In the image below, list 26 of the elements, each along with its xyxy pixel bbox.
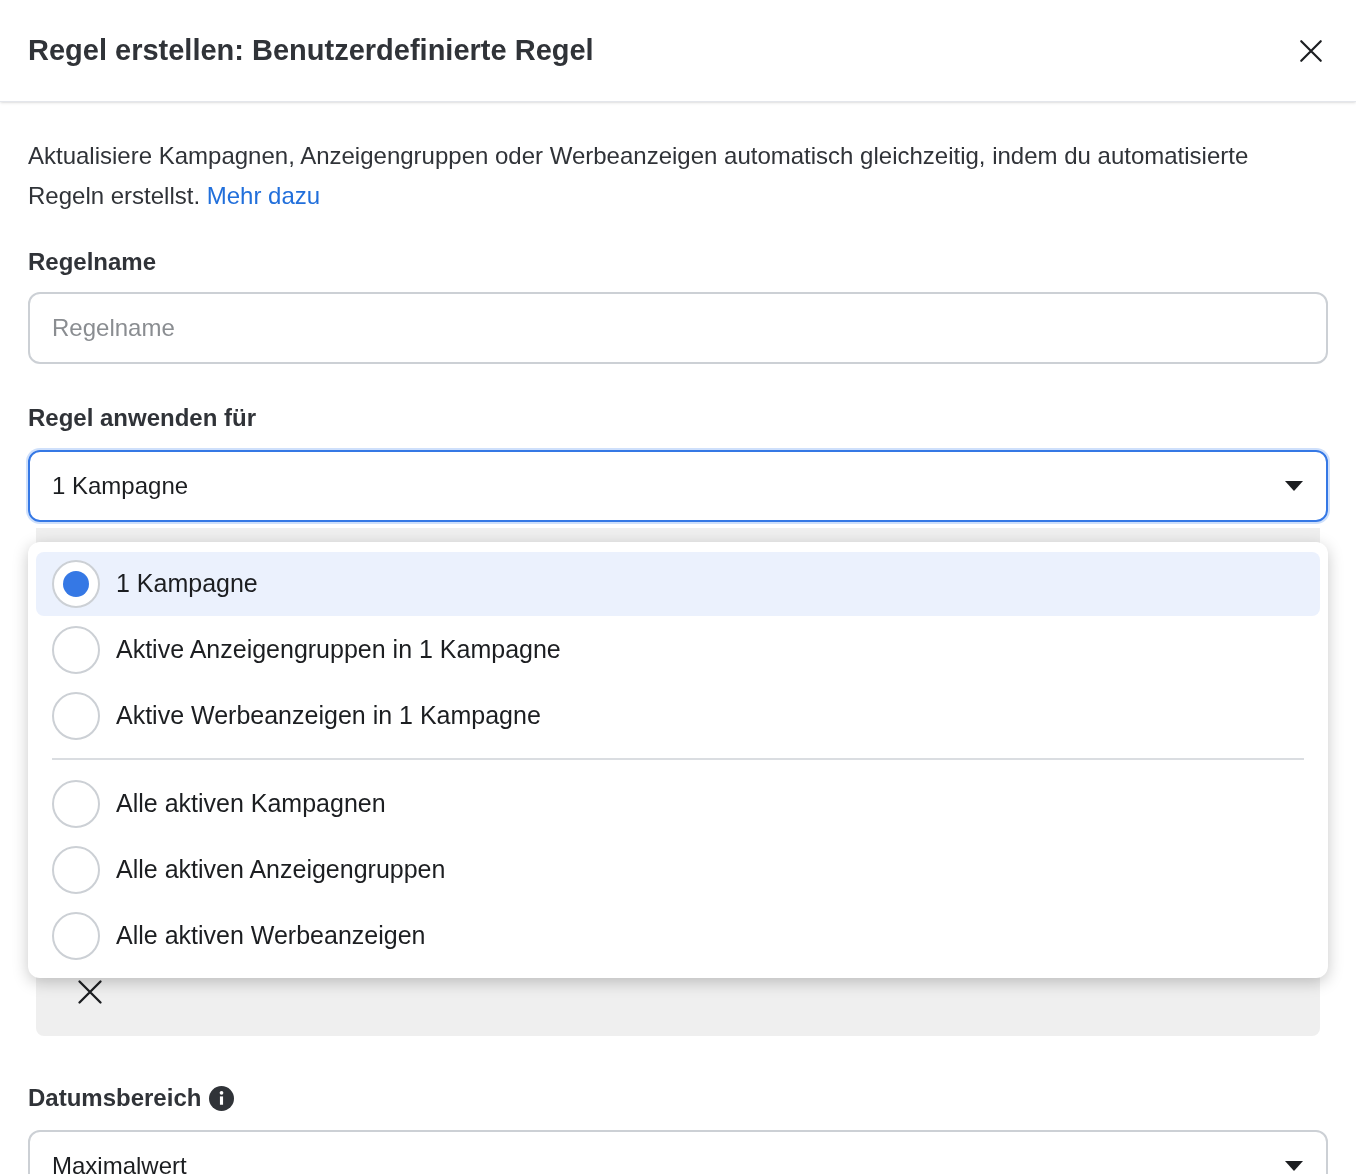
caret-icon xyxy=(1284,1160,1304,1172)
dialog-title: Regel erstellen: Benutzerdefinierte Regel xyxy=(28,32,594,68)
more-link[interactable]: Mehr dazu xyxy=(206,182,321,209)
select-field[interactable]: 1 Kampagne xyxy=(28,450,1328,522)
menu-option[interactable]: Alle aktiven Anzeigengruppen xyxy=(36,838,1320,902)
close-icon xyxy=(76,978,104,1006)
radio-button[interactable] xyxy=(52,780,100,828)
radio-button[interactable] xyxy=(52,560,100,608)
caret-icon xyxy=(1284,480,1304,492)
close-icon xyxy=(1298,37,1324,64)
field-label: Datumsbereich xyxy=(28,1083,202,1113)
info-icon[interactable] xyxy=(209,1085,235,1111)
intro-text: Aktualisiere Kampagnen, Anzeigengruppen oder Werbeanzeigen automatisch gleichzeitig, indem du automatisierte Regeln erstellst. Mehr dazu xyxy=(28,141,1250,211)
radio-button[interactable] xyxy=(52,626,100,674)
menu-option[interactable]: Aktive Anzeigengruppen in 1 Kampagne xyxy=(36,618,1320,682)
menu-option[interactable]: Aktive Werbeanzeigen in 1 Kampagne xyxy=(36,684,1320,748)
field-label: Regelname xyxy=(28,247,158,277)
radio-button[interactable] xyxy=(52,692,100,740)
input-field[interactable]: Regelname xyxy=(28,292,1328,364)
radio-button[interactable] xyxy=(52,912,100,960)
menu-option[interactable]: Alle aktiven Werbeanzeigen xyxy=(36,904,1320,968)
select-field[interactable]: Maximalwert xyxy=(28,1130,1328,1174)
radio-button[interactable] xyxy=(52,846,100,894)
menu-option[interactable]: Alle aktiven Kampagnen xyxy=(36,772,1320,836)
menu-option[interactable]: 1 Kampagne xyxy=(36,552,1320,616)
field-label: Regel anwenden für xyxy=(28,403,258,433)
